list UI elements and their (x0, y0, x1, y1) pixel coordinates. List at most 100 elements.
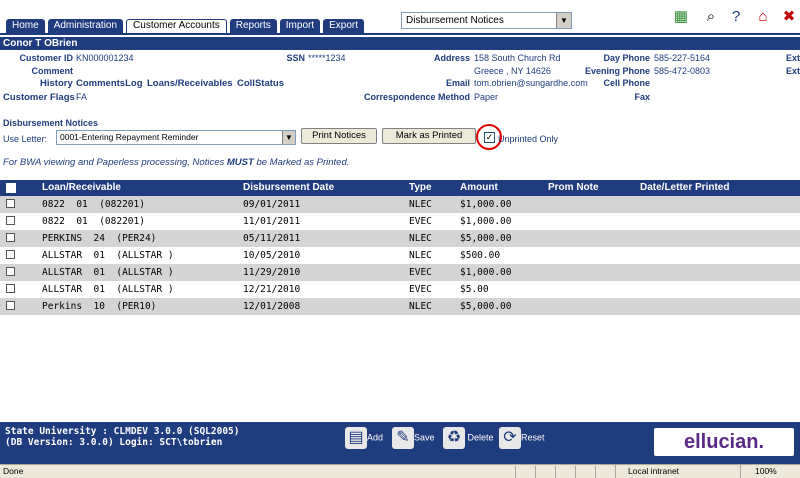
tab-home[interactable]: Home (6, 19, 45, 33)
row-checkbox[interactable] (6, 216, 15, 225)
row-checkbox[interactable] (6, 267, 15, 276)
col-type: Type (409, 182, 432, 193)
history-link[interactable]: History (40, 78, 73, 89)
add-button[interactable]: ▤ Add (345, 427, 383, 449)
cell-type: NLEC (409, 233, 432, 244)
cell-date: 12/21/2010 (243, 284, 301, 295)
tab-customer-accounts[interactable]: Customer Accounts (126, 19, 227, 33)
tab-reports[interactable]: Reports (229, 19, 277, 33)
network-icon[interactable]: ▦ (670, 6, 692, 28)
bwa-note: For BWA viewing and Paperless processing… (3, 157, 349, 168)
print-notices-button[interactable]: Print Notices (301, 128, 377, 144)
tab-administration[interactable]: Administration (47, 19, 124, 33)
bwa-note-emphasis: MUST (226, 157, 254, 168)
customer-flags-value: FA (76, 92, 88, 102)
delete-label: Delete (467, 432, 494, 443)
mark-as-printed-button[interactable]: Mark as Printed (382, 128, 476, 144)
address-line2: Greece , NY 14626 (474, 66, 551, 76)
save-button[interactable]: ✎ Save (392, 427, 435, 449)
address-label: Address (433, 53, 470, 63)
refresh-icon: ⟳ (499, 427, 521, 449)
home-icon[interactable]: ⌂ (752, 6, 774, 28)
cell-date: 05/11/2011 (243, 233, 301, 244)
table-row[interactable]: ALLSTAR 01 (ALLSTAR ) 12/21/2010 EVEC $5.00 (0, 281, 800, 298)
bwa-note-prefix: For BWA viewing and Paperless processing… (3, 157, 227, 168)
folder-icon: ▤ (345, 427, 367, 449)
status-text: Done (3, 466, 24, 476)
tab-import[interactable]: Import (279, 19, 321, 33)
status-divider (555, 466, 556, 478)
table-row[interactable]: 0822 01 (082201) 11/01/2011 EVEC $1,000.00 (0, 213, 800, 230)
loans-receivables-link[interactable]: Loans/Receivables (147, 78, 233, 89)
ellucian-logo: ellucian. (654, 428, 794, 456)
row-checkbox[interactable] (6, 284, 15, 293)
cell-phone-label: Cell Phone (603, 78, 650, 88)
status-divider (515, 466, 516, 478)
letter-select[interactable]: 0001-Entering Repayment Reminder ▼ (56, 130, 296, 145)
cell-loan: 0822 01 (082201) (42, 199, 145, 210)
footer-line2: (DB Version: 3.0.0) Login: SCT\tobrien (5, 437, 223, 448)
cell-loan: ALLSTAR 01 (ALLSTAR ) (42, 284, 174, 295)
table-row[interactable]: Perkins 10 (PER10) 12/01/2008 NLEC $5,000.0… (0, 298, 800, 315)
status-divider (575, 466, 576, 478)
coll-status-link[interactable]: CollStatus (237, 78, 284, 89)
chevron-down-icon[interactable]: ▼ (282, 131, 295, 144)
cell-amount: $1,000.00 (460, 267, 512, 278)
table-row[interactable]: 0822 01 (082201) 09/01/2011 NLEC $1,000.00 (0, 196, 800, 213)
col-loan-receivable: Loan/Receivable (42, 182, 121, 193)
reset-button[interactable]: ⟳ Reset (499, 427, 545, 449)
col-date-letter-printed: Date/Letter Printed (640, 182, 730, 193)
cell-amount: $5.00 (460, 284, 489, 295)
zoom-level[interactable]: 100% (740, 465, 800, 478)
row-checkbox[interactable] (6, 233, 15, 242)
row-checkbox[interactable] (6, 250, 15, 259)
cell-amount: $1,000.00 (460, 199, 512, 210)
table-row[interactable]: ALLSTAR 01 (ALLSTAR ) 11/29/2010 EVEC $1,00… (0, 264, 800, 281)
row-checkbox[interactable] (6, 301, 15, 310)
comment-label: Comment (31, 66, 73, 76)
cell-type: EVEC (409, 284, 432, 295)
save-icon: ✎ (392, 427, 414, 449)
row-checkbox[interactable] (6, 199, 15, 208)
evening-phone-label: Evening Phone (584, 66, 650, 76)
cell-date: 09/01/2011 (243, 199, 301, 210)
chevron-down-icon[interactable]: ▼ (556, 13, 571, 28)
table-row[interactable]: PERKINS 24 (PER24) 05/11/2011 NLEC $5,000.0… (0, 230, 800, 247)
footer-line1: State University : CLMDEV 3.0.0 (SQL2005… (5, 426, 240, 437)
cell-loan: Perkins 10 (PER10) (42, 301, 157, 312)
status-divider (535, 466, 536, 478)
cell-amount: $500.00 (460, 250, 501, 261)
col-prom-note: Prom Note (548, 182, 599, 193)
form-select[interactable]: Disbursement Notices ▼ (401, 12, 572, 29)
customer-id-label: Customer ID (19, 53, 73, 63)
correspondence-label: Correspondence Method (363, 92, 470, 102)
cell-type: EVEC (409, 216, 432, 227)
ext-label-day: Ext (786, 53, 800, 63)
table-row[interactable]: ALLSTAR 01 (ALLSTAR ) 10/05/2010 NLEC $500.… (0, 247, 800, 264)
delete-button[interactable]: ♻ Delete (443, 427, 494, 449)
disbursement-table: Loan/Receivable Disbursement Date Type A… (0, 180, 800, 315)
cell-type: NLEC (409, 301, 432, 312)
cell-type: NLEC (409, 199, 432, 210)
fax-label: Fax (634, 92, 650, 102)
help-icon[interactable]: ? (725, 6, 747, 28)
comments-log-link[interactable]: CommentsLog (76, 78, 143, 89)
ssn-label: SSN (286, 53, 305, 63)
cell-amount: $5,000.00 (460, 301, 512, 312)
add-label: Add (367, 432, 384, 443)
footer-info: State University : CLMDEV 3.0.0 (SQL2005… (5, 426, 240, 448)
binoculars-icon[interactable]: ⌕ (700, 6, 722, 28)
tab-export[interactable]: Export (323, 19, 365, 33)
cell-date: 11/29/2010 (243, 267, 301, 278)
table-body: 0822 01 (082201) 09/01/2011 NLEC $1,000.00 0… (0, 196, 800, 315)
cell-loan: PERKINS 24 (PER24) (42, 233, 157, 244)
evening-phone-value: 585-472-0803 (654, 66, 711, 76)
close-icon[interactable]: ✖ (778, 6, 800, 28)
correspondence-value: Paper (474, 92, 499, 102)
cell-date: 12/01/2008 (243, 301, 301, 312)
status-divider (595, 466, 596, 478)
select-all-checkbox[interactable] (6, 183, 16, 193)
cell-date: 11/01/2011 (243, 216, 301, 227)
ssn-value: *****1234 (308, 53, 346, 63)
nav-divider (0, 33, 800, 35)
